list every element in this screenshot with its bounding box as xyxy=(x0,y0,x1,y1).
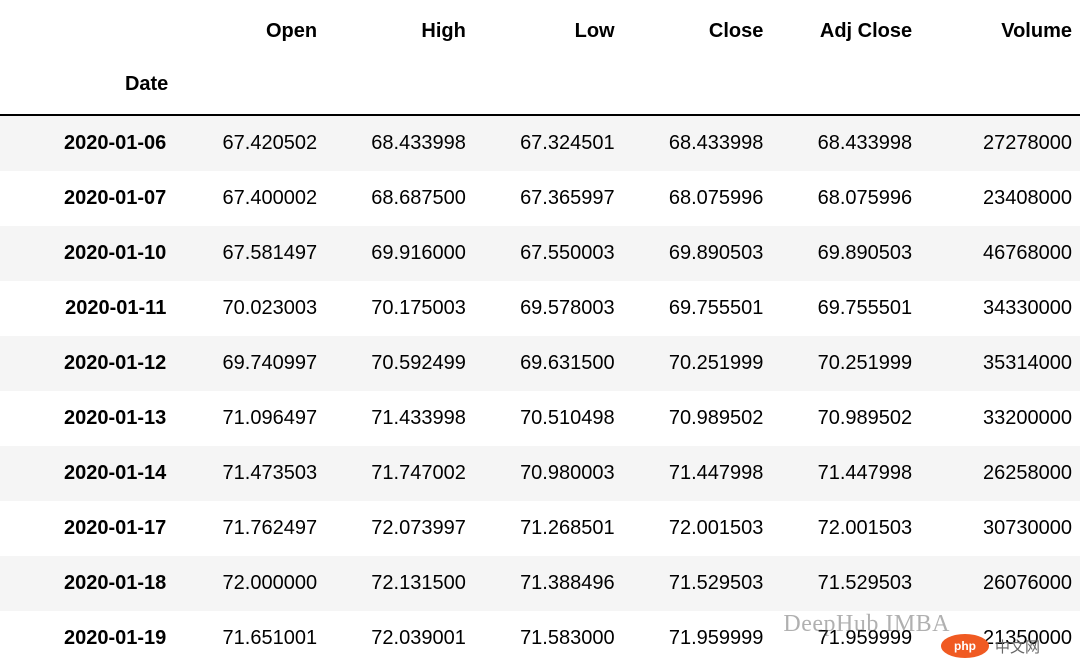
cell-value: 34330000 xyxy=(920,281,1080,336)
row-index-date: 2020-01-12 xyxy=(0,336,176,391)
cell-value: 69.916000 xyxy=(325,226,474,281)
table-row: 2020-01-1371.09649771.43399870.51049870.… xyxy=(0,391,1080,446)
cell-value: 71.959999 xyxy=(623,611,772,666)
cell-value: 68.687500 xyxy=(325,171,474,226)
table-row: 2020-01-1771.76249772.07399771.26850172.… xyxy=(0,501,1080,556)
cell-value: 70.989502 xyxy=(771,391,920,446)
cell-value: 71.473503 xyxy=(176,446,325,501)
cell-value: 69.631500 xyxy=(474,336,623,391)
watermark: php 中文网 xyxy=(941,634,1040,658)
cell-value: 72.131500 xyxy=(325,556,474,611)
cell-value: 71.651001 xyxy=(176,611,325,666)
table-body: 2020-01-0667.42050268.43399867.32450168.… xyxy=(0,115,1080,666)
cell-value: 70.989502 xyxy=(623,391,772,446)
col-header-volume: Volume xyxy=(920,8,1080,55)
cell-value: 68.433998 xyxy=(325,115,474,171)
cell-value: 67.365997 xyxy=(474,171,623,226)
cell-value: 26076000 xyxy=(920,556,1080,611)
cell-value: 67.581497 xyxy=(176,226,325,281)
cell-value: 71.583000 xyxy=(474,611,623,666)
cell-value: 71.447998 xyxy=(771,446,920,501)
cell-value: 67.400002 xyxy=(176,171,325,226)
cell-value: 35314000 xyxy=(920,336,1080,391)
cell-value: 68.433998 xyxy=(771,115,920,171)
row-index-date: 2020-01-13 xyxy=(0,391,176,446)
row-index-date: 2020-01-06 xyxy=(0,115,176,171)
index-label: Date xyxy=(0,55,176,115)
cell-value: 46768000 xyxy=(920,226,1080,281)
col-header-low: Low xyxy=(474,8,623,55)
table-row: 2020-01-1971.65100172.03900171.58300071.… xyxy=(0,611,1080,666)
col-header-close: Close xyxy=(623,8,772,55)
cell-value: 69.755501 xyxy=(623,281,772,336)
table-row: 2020-01-1872.00000072.13150071.38849671.… xyxy=(0,556,1080,611)
cell-value: 71.747002 xyxy=(325,446,474,501)
cell-value: 69.890503 xyxy=(623,226,772,281)
table-head: Open High Low Close Adj Close Volume Dat… xyxy=(0,8,1080,115)
cell-value: 68.075996 xyxy=(623,171,772,226)
cell-value: 33200000 xyxy=(920,391,1080,446)
cell-value: 72.000000 xyxy=(176,556,325,611)
table-row: 2020-01-1170.02300370.17500369.57800369.… xyxy=(0,281,1080,336)
cell-value: 71.433998 xyxy=(325,391,474,446)
table-row: 2020-01-1269.74099770.59249969.63150070.… xyxy=(0,336,1080,391)
col-header-adjclose: Adj Close xyxy=(771,8,920,55)
row-index-date: 2020-01-10 xyxy=(0,226,176,281)
cell-value: 71.529503 xyxy=(771,556,920,611)
index-label-row: Date xyxy=(0,55,1080,115)
cell-value: 71.529503 xyxy=(623,556,772,611)
cell-value: 70.592499 xyxy=(325,336,474,391)
cell-value: 71.096497 xyxy=(176,391,325,446)
cell-value: 69.740997 xyxy=(176,336,325,391)
col-header-open: Open xyxy=(176,8,325,55)
row-index-date: 2020-01-07 xyxy=(0,171,176,226)
cell-value: 69.755501 xyxy=(771,281,920,336)
cell-value: 71.762497 xyxy=(176,501,325,556)
col-header-high: High xyxy=(325,8,474,55)
cell-value: 67.324501 xyxy=(474,115,623,171)
php-badge-icon: php xyxy=(941,634,989,658)
cell-value: 27278000 xyxy=(920,115,1080,171)
cell-value: 67.420502 xyxy=(176,115,325,171)
cell-value: 30730000 xyxy=(920,501,1080,556)
cell-value: 23408000 xyxy=(920,171,1080,226)
cell-value: 72.073997 xyxy=(325,501,474,556)
table-row: 2020-01-0767.40000268.68750067.36599768.… xyxy=(0,171,1080,226)
row-index-date: 2020-01-18 xyxy=(0,556,176,611)
cell-value: 71.388496 xyxy=(474,556,623,611)
cell-value: 26258000 xyxy=(920,446,1080,501)
table-row: 2020-01-1471.47350371.74700270.98000371.… xyxy=(0,446,1080,501)
cell-value: 70.251999 xyxy=(623,336,772,391)
row-index-date: 2020-01-11 xyxy=(0,281,176,336)
cell-value: 71.268501 xyxy=(474,501,623,556)
data-table-wrap: Open High Low Close Adj Close Volume Dat… xyxy=(0,0,1080,666)
cell-value: 71.447998 xyxy=(623,446,772,501)
cell-value: 70.251999 xyxy=(771,336,920,391)
column-header-row: Open High Low Close Adj Close Volume xyxy=(0,8,1080,55)
cell-value: 72.001503 xyxy=(771,501,920,556)
cell-value: 71.959999 xyxy=(771,611,920,666)
header-blank xyxy=(0,8,176,55)
cell-value: 69.890503 xyxy=(771,226,920,281)
watermark-text: 中文网 xyxy=(995,636,1040,657)
row-index-date: 2020-01-14 xyxy=(0,446,176,501)
cell-value: 70.023003 xyxy=(176,281,325,336)
cell-value: 70.980003 xyxy=(474,446,623,501)
price-table: Open High Low Close Adj Close Volume Dat… xyxy=(0,8,1080,666)
cell-value: 72.001503 xyxy=(623,501,772,556)
cell-value: 72.039001 xyxy=(325,611,474,666)
cell-value: 70.510498 xyxy=(474,391,623,446)
table-row: 2020-01-0667.42050268.43399867.32450168.… xyxy=(0,115,1080,171)
cell-value: 68.433998 xyxy=(623,115,772,171)
table-row: 2020-01-1067.58149769.91600067.55000369.… xyxy=(0,226,1080,281)
cell-value: 70.175003 xyxy=(325,281,474,336)
cell-value: 67.550003 xyxy=(474,226,623,281)
cell-value: 69.578003 xyxy=(474,281,623,336)
row-index-date: 2020-01-17 xyxy=(0,501,176,556)
row-index-date: 2020-01-19 xyxy=(0,611,176,666)
cell-value: 68.075996 xyxy=(771,171,920,226)
